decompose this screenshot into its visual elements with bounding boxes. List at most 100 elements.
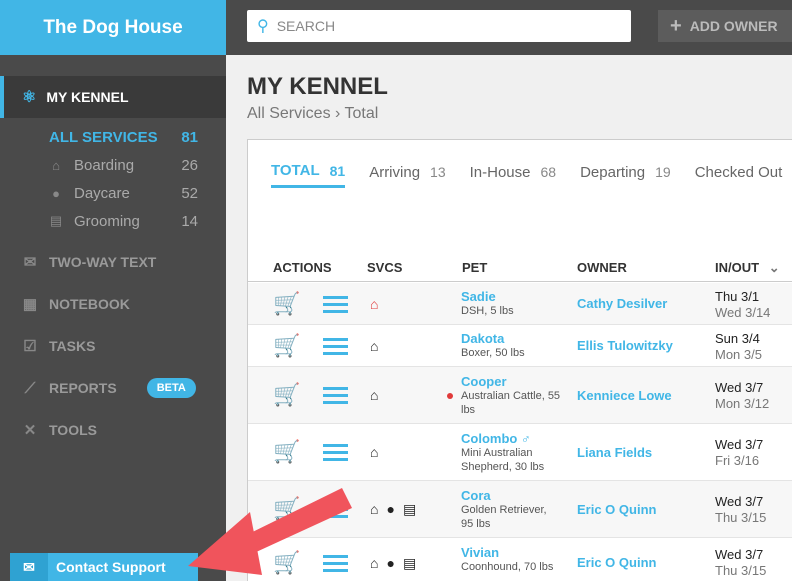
column-header-in-out[interactable]: IN/OUT ⌄ [715,260,780,276]
menu-icon[interactable] [323,501,348,522]
plus-icon: + [670,14,682,37]
pet-name-link[interactable]: Cooper [461,374,561,389]
cart-icon[interactable]: 🛒 [273,496,300,522]
sidebar-sub-boarding[interactable]: ⌂ Boarding 26 [0,151,226,179]
sidebar-item-my-kennel[interactable]: ⚛ MY KENNEL [0,76,226,118]
pet-description: Boxer, 50 lbs [461,347,525,359]
table-row: 🛒 ⌂ Dakota Boxer, 50 lbs Ellis Tulowitzk… [248,325,792,367]
owner-name-link[interactable]: Ellis Tulowitzky [577,338,673,353]
sidebar-item-notebook[interactable]: ▦ NOTEBOOK [0,286,226,322]
status-tabs: TOTAL 81 Arriving 13 In-House 68 Departi… [271,162,792,188]
owner-name-link[interactable]: Eric O Quinn [577,502,656,517]
table-row: 🛒 ⌂ Colombo ♂ Mini Australian Shepherd, … [248,424,792,481]
cart-icon[interactable]: 🛒 [273,291,300,317]
envelope-icon: ✉ [10,553,48,581]
check-out-date: Wed 3/14 [715,305,771,320]
tab-in-house[interactable]: In-House 68 [470,162,556,188]
cart-icon[interactable]: 🛒 [273,333,300,359]
menu-icon[interactable] [323,555,348,576]
table-row: 🛒 ⌂ Cooper Australian Cattle, 55 lbs Ken… [248,367,792,424]
tab-total[interactable]: TOTAL 81 [271,162,346,188]
pet-name-link[interactable]: Cora [461,488,561,503]
owner-name-link[interactable]: Kenniece Lowe [577,388,672,403]
page-title: MY KENNEL [247,73,388,100]
sidebar-sub-grooming[interactable]: ▤ Grooming 14 [0,207,226,235]
check-in-date: Wed 3/7 [715,547,764,562]
table-row: 🛒 ⌂ ● ▤ Vivian Coonhound, 70 lbs Eric O … [248,538,792,581]
sidebar-sub-daycare[interactable]: ● Daycare 52 [0,179,226,207]
table-row: 🛒 ⌂ ● ▤ Cora Golden Retriever, 95 lbs Er… [248,481,792,538]
pet-description: Australian Cattle, 55 lbs [461,390,561,416]
paw-icon: ● [52,185,60,201]
table-row: 🛒 ⌂ Sadie DSH, 5 lbs Cathy Desilver Thu … [248,283,792,325]
pet-description: DSH, 5 lbs [461,305,514,317]
pet-name-link[interactable]: Dakota [461,331,561,346]
pet-description: Coonhound, 70 lbs [461,561,554,573]
cart-icon[interactable]: 🛒 [273,439,300,465]
chat-icon: ✉ [23,254,37,271]
sidebar-item-reports[interactable]: ⟋ REPORTS BETA [0,370,226,406]
atom-icon: ⚛ [22,89,37,106]
sidebar-item-tools[interactable]: ✕ TOOLS [0,412,226,448]
sidebar-item-tasks[interactable]: ☑ TASKS [0,328,226,364]
svcs-icons: ⌂ [370,387,378,403]
check-out-date: Mon 3/12 [715,396,770,411]
house-icon: ⌂ [370,555,379,571]
contact-support-button[interactable]: ✉ Contact Support [10,553,198,581]
owner-name-link[interactable]: Liana Fields [577,445,652,460]
svcs-icons: ⌂ [370,338,378,354]
sidebar-item-two-way-text[interactable]: ✉ TWO-WAY TEXT [0,244,226,280]
chart-icon: ⟋ [24,379,36,397]
check-in-date: Wed 3/7 [715,380,764,395]
house-icon: ⌂ [370,444,379,460]
tab-arriving[interactable]: Arriving 13 [369,162,445,188]
house-icon: ⌂ [370,387,379,403]
paw-icon: ● [386,555,395,571]
pet-name-link[interactable]: Vivian [461,545,561,560]
house-icon: ⌂ [370,501,379,517]
comb-icon: ▤ [402,555,417,571]
owner-name-link[interactable]: Eric O Quinn [577,555,656,570]
pet-description: Mini Australian Shepherd, 30 lbs [461,447,545,473]
cart-icon[interactable]: 🛒 [273,550,300,576]
house-icon: ⌂ [370,338,379,354]
menu-icon[interactable] [323,338,348,359]
paw-icon: ● [386,501,395,517]
column-header-owner[interactable]: OWNER [577,260,627,275]
search-icon: ⚲ [257,18,269,35]
svcs-icons: ⌂ ● ▤ [370,501,416,518]
main-content: MY KENNEL All Services › Total TOTAL 81 … [226,55,792,581]
sidebar-sub-all-services[interactable]: ALL SERVICES 81 [0,123,226,151]
cart-icon[interactable]: 🛒 [273,382,300,408]
chevron-down-icon: ⌄ [768,260,780,275]
menu-icon[interactable] [323,296,348,317]
svcs-icons: ⌂ [370,444,378,460]
add-owner-button[interactable]: + ADD OWNER [658,10,792,42]
check-out-date: Thu 3/15 [715,563,767,578]
breadcrumb: All Services › Total [247,105,379,122]
check-in-date: Thu 3/1 [715,289,760,304]
pet-name-link[interactable]: Colombo ♂ [461,431,561,446]
sidebar: The Dog House ⚛ MY KENNEL ALL SERVICES 8… [0,0,226,581]
owner-name-link[interactable]: Cathy Desilver [577,296,667,311]
column-header-actions: ACTIONS [273,260,332,275]
check-out-date: Fri 3/16 [715,453,760,468]
tab-departing[interactable]: Departing 19 [580,162,671,188]
svcs-icons: ⌂ ● ▤ [370,555,416,572]
menu-icon[interactable] [323,387,348,408]
tab-checked-out[interactable]: Checked Out [695,162,783,188]
menu-icon[interactable] [323,444,348,465]
topbar: ⚲ SEARCH + ADD OWNER [226,0,792,55]
column-header-pet: PET [462,260,488,275]
kennel-panel: TOTAL 81 Arriving 13 In-House 68 Departi… [247,139,792,581]
check-in-date: Wed 3/7 [715,494,764,509]
search-input[interactable]: ⚲ SEARCH [247,10,631,42]
check-out-date: Mon 3/5 [715,347,762,362]
brand-logo[interactable]: The Dog House [0,0,226,55]
beta-badge: BETA [146,378,196,398]
house-icon: ⌂ [370,296,379,312]
clipboard-icon: ☑ [23,338,37,355]
pet-description: Golden Retriever, 95 lbs [461,504,547,530]
pet-name-link[interactable]: Sadie [461,289,561,304]
check-in-date: Sun 3/4 [715,331,760,346]
